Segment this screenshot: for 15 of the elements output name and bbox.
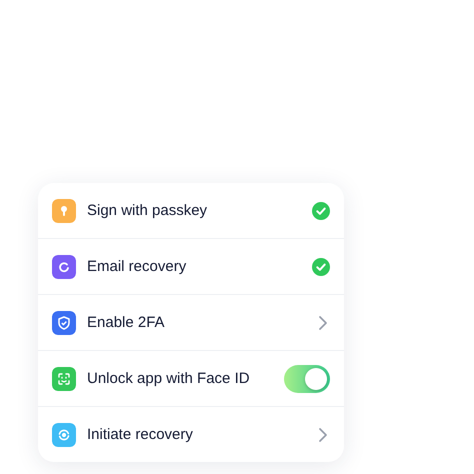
- setting-label: Initiate recovery: [87, 426, 194, 443]
- setting-label: Unlock app with Face ID: [87, 370, 251, 387]
- refresh-icon: [59, 262, 69, 272]
- toggle-switch[interactable]: [284, 364, 330, 392]
- setting-label: Email recovery: [87, 258, 188, 275]
- check-icon: [312, 258, 330, 276]
- check-icon: [312, 202, 330, 220]
- shield-icon: [58, 316, 70, 330]
- chevron-icon[interactable]: [316, 426, 330, 442]
- face-scan-icon: [58, 372, 70, 384]
- setting-label: Sign with passkey: [87, 202, 208, 219]
- chevron-icon[interactable]: [316, 314, 330, 330]
- recovery-icon: [58, 429, 70, 440]
- key-icon: [61, 206, 67, 216]
- setting-label: Enable 2FA: [87, 314, 166, 331]
